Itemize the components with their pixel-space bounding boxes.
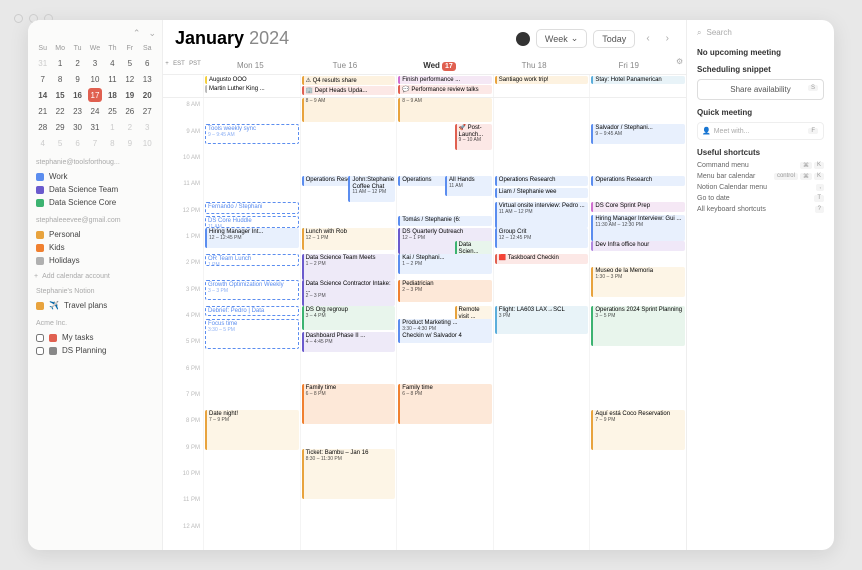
event[interactable]: Family time6 – 8 PM [302, 384, 396, 424]
event[interactable]: 8 – 9 AM [398, 98, 492, 122]
event[interactable]: Aquí está Coco Reservation7 – 9 PM [591, 410, 685, 450]
event[interactable]: Fernando / Stephani [205, 202, 299, 214]
event[interactable]: Data Science Contractor Intake: ...2 – 3… [302, 280, 396, 306]
event[interactable]: All Hands11 AM [445, 176, 492, 196]
event[interactable]: DS Core Huddle11 AM [205, 216, 299, 228]
allday-event[interactable]: 🏢 Dept Heads Upda... [302, 86, 396, 95]
event[interactable]: Ticket: Bambu – Jan 168:30 – 11:30 PM [302, 449, 396, 499]
shortcut-row[interactable]: Menu bar calendarcontrol⌘K [697, 173, 824, 180]
calendar-data-science-core[interactable]: Data Science Core [34, 196, 156, 209]
today-button[interactable]: Today [593, 30, 635, 48]
event[interactable]: Focus time3:30 – 5 PM [205, 319, 299, 349]
event[interactable]: Operations 2024 Sprint Planning3 – 5 PM [591, 306, 685, 346]
event[interactable]: Operations Research [591, 176, 685, 186]
allday-event[interactable]: Stay: Hotel Panamerican [591, 76, 685, 84]
event[interactable]: Group Crit12 – 12:45 PM [495, 228, 589, 248]
event[interactable]: DS Core Sprint Prep [591, 202, 685, 212]
travel-plans[interactable]: ✈️Travel plans [34, 299, 156, 312]
allday-event[interactable]: ⚠ Q4 results share [302, 76, 396, 85]
my-tasks[interactable]: My tasks [34, 331, 156, 344]
sidebar: ⌃⌄ SuMoTuWeThFrSa 3112345678910111213141… [28, 20, 163, 550]
share-availability-button[interactable]: Share availabilityS [697, 79, 824, 100]
chevron-up-icon[interactable]: ⌃ [133, 28, 141, 39]
calendar-holidays[interactable]: Holidays [34, 254, 156, 267]
event[interactable]: Lunch with Rob12 – 1 PM [302, 228, 396, 250]
day-header: Wed17 [392, 57, 487, 74]
event[interactable]: Hiring Manager Int...12 – 12:45 PM [205, 228, 299, 248]
event[interactable]: Checkin w/ Salvador 4 [398, 332, 492, 342]
event[interactable]: John:Stephanie Coffee Chat11 AM – 12 PM [348, 176, 395, 202]
view-selector[interactable]: Week⌄ [536, 29, 587, 48]
allday-event[interactable]: Martin Luther King ... [205, 85, 299, 93]
calendar-work[interactable]: Work [34, 170, 156, 183]
shortcut-row[interactable]: All keyboard shortcuts? [697, 206, 824, 213]
shortcut-row[interactable]: Go to dateT [697, 195, 824, 202]
event[interactable]: OR Team Lunch1 PM [205, 254, 299, 266]
allday-event[interactable]: Santiago work trip! [495, 76, 589, 84]
event[interactable]: DS Org regroup3 – 4 PM [302, 306, 396, 330]
shortcut-row[interactable]: Notion Calendar menu, [697, 184, 824, 191]
event[interactable]: Growth Optimization Weekly3 – 3 PM [205, 280, 299, 300]
event[interactable]: Museo de la Memoria1:30 – 3 PM [591, 267, 685, 297]
event[interactable]: 🟥 Taskboard Checkin [495, 254, 589, 264]
meet-with-input[interactable]: 👤Meet with...F [697, 122, 824, 140]
event[interactable]: Flight: LA603 LAX→SCL3 PM [495, 306, 589, 334]
event[interactable]: 🚀 Post-Launch...9 – 10 AM [455, 124, 492, 150]
day-header: Mon 15 [203, 57, 298, 74]
right-panel: ⌕Search No upcoming meeting Scheduling s… [686, 20, 834, 550]
event[interactable]: Virtual onsite interview: Pedro ...11 AM… [495, 202, 589, 228]
event[interactable]: Tools weekly sync9 – 9:45 AM [205, 124, 299, 144]
page-title: January 2024 [175, 28, 510, 49]
main-calendar: January 2024 Week⌄ Today ‹ › +ESTPST Mon… [163, 20, 686, 550]
avatar[interactable] [516, 32, 530, 46]
event[interactable]: 8 – 9 AM [302, 98, 396, 122]
allday-event[interactable]: Augusto OOO [205, 76, 299, 84]
chevron-down-icon[interactable]: ⌄ [148, 28, 156, 39]
add-calendar-account[interactable]: +Add calendar account [34, 273, 156, 280]
event[interactable]: Family time6 – 8 PM [398, 384, 492, 424]
search-input[interactable]: ⌕Search [697, 28, 824, 38]
day-header: Fri 19 [581, 57, 676, 74]
calendar-personal[interactable]: Personal [34, 228, 156, 241]
day-header: Thu 18 [487, 57, 582, 74]
event[interactable]: Debrief: Pedro | Data [205, 306, 299, 316]
shortcut-row[interactable]: Command menu⌘K [697, 162, 824, 169]
person-icon: 👤 [702, 127, 711, 135]
chevron-down-icon: ⌄ [571, 33, 579, 44]
prev-button[interactable]: ‹ [641, 30, 654, 47]
event[interactable]: Liam / Stephanie wee [495, 188, 589, 198]
event[interactable]: Date night!7 – 9 PM [205, 410, 299, 450]
event[interactable]: Kai / Stephani...1 – 2 PM [398, 254, 492, 274]
search-icon: ⌕ [697, 28, 701, 38]
event[interactable]: Data Science Team Meets1 – 2 PM [302, 254, 396, 280]
notion-section: Stephanie's Notion [36, 288, 156, 295]
next-button[interactable]: › [661, 30, 674, 47]
calendar-kids[interactable]: Kids [34, 241, 156, 254]
acme-section: Acme Inc. [36, 320, 156, 327]
settings-icon[interactable]: ⚙ [676, 57, 686, 74]
allday-event[interactable]: 💬 Performance review talks [398, 85, 492, 94]
no-upcoming: No upcoming meeting [697, 48, 824, 57]
calendar-data-science-team[interactable]: Data Science Team [34, 183, 156, 196]
event[interactable]: Dev Infra office hour [591, 241, 685, 251]
event[interactable]: Tomás / Stephanie (6: [398, 216, 492, 226]
day-header: Tue 16 [298, 57, 393, 74]
event[interactable]: Salvador / Stephani...9 – 9:45 AM [591, 124, 685, 144]
event[interactable]: Pediatrician2 – 3 PM [398, 280, 492, 302]
ds-planning[interactable]: DS Planning [34, 344, 156, 357]
event[interactable]: Operations Research [495, 176, 589, 186]
event[interactable]: Dashboard Phase II ...4 – 4:45 PM [302, 332, 396, 352]
allday-event[interactable]: Finish performance ... [398, 76, 492, 84]
event[interactable]: Hiring Manager Interview: Gui ...11:30 A… [591, 215, 685, 241]
